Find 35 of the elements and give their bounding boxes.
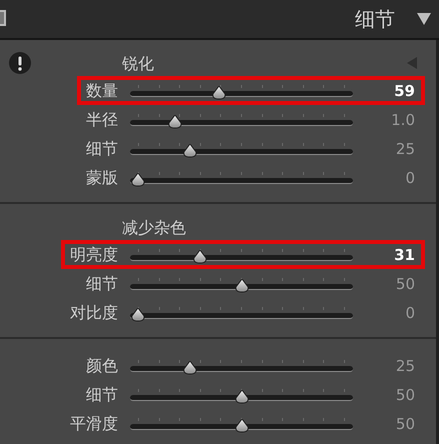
slider-label: 平滑度 (70, 413, 118, 434)
slider-value: 25 (394, 356, 415, 374)
slider-value: 50 (394, 414, 415, 432)
slider-thumb[interactable] (210, 86, 227, 100)
slider-label: 细节 (86, 273, 118, 294)
slider-thumb[interactable] (182, 144, 198, 158)
slider-value: 0 (404, 304, 415, 322)
slider-value: 59 (393, 82, 415, 100)
slider-value: 50 (394, 274, 415, 292)
slider-label: 颜色 (86, 355, 118, 376)
slider-thumb[interactable] (234, 390, 250, 404)
slider-thumb[interactable] (192, 250, 208, 264)
slider-label: 蒙版 (86, 167, 118, 188)
section-title: 锐化 (122, 54, 154, 73)
section-title: 减少杂色 (122, 218, 186, 237)
slider-label: 细节 (86, 138, 118, 159)
slider-thumb[interactable] (182, 360, 198, 374)
slider-label: 对比度 (70, 302, 118, 323)
slider-value: 0 (404, 168, 415, 186)
slider-label: 半径 (86, 109, 118, 130)
warning-icon[interactable] (9, 52, 31, 74)
panel-title: 细节 (355, 6, 395, 32)
slider-value: 25 (394, 140, 415, 158)
slider-value: 1.0 (390, 110, 415, 128)
slider-label: 数量 (86, 80, 118, 101)
slider-thumb[interactable] (234, 418, 250, 432)
slider-thumb[interactable] (130, 172, 146, 186)
slider-label: 细节 (86, 384, 118, 405)
slider-thumb[interactable] (167, 114, 184, 128)
collapse-triangle-icon[interactable] (417, 13, 431, 25)
slider-value: 31 (393, 246, 415, 264)
slider-label: 明亮度 (70, 244, 118, 265)
slider-value: 50 (394, 386, 415, 404)
slider-thumb[interactable] (130, 308, 146, 322)
slider-thumb[interactable] (234, 278, 250, 292)
